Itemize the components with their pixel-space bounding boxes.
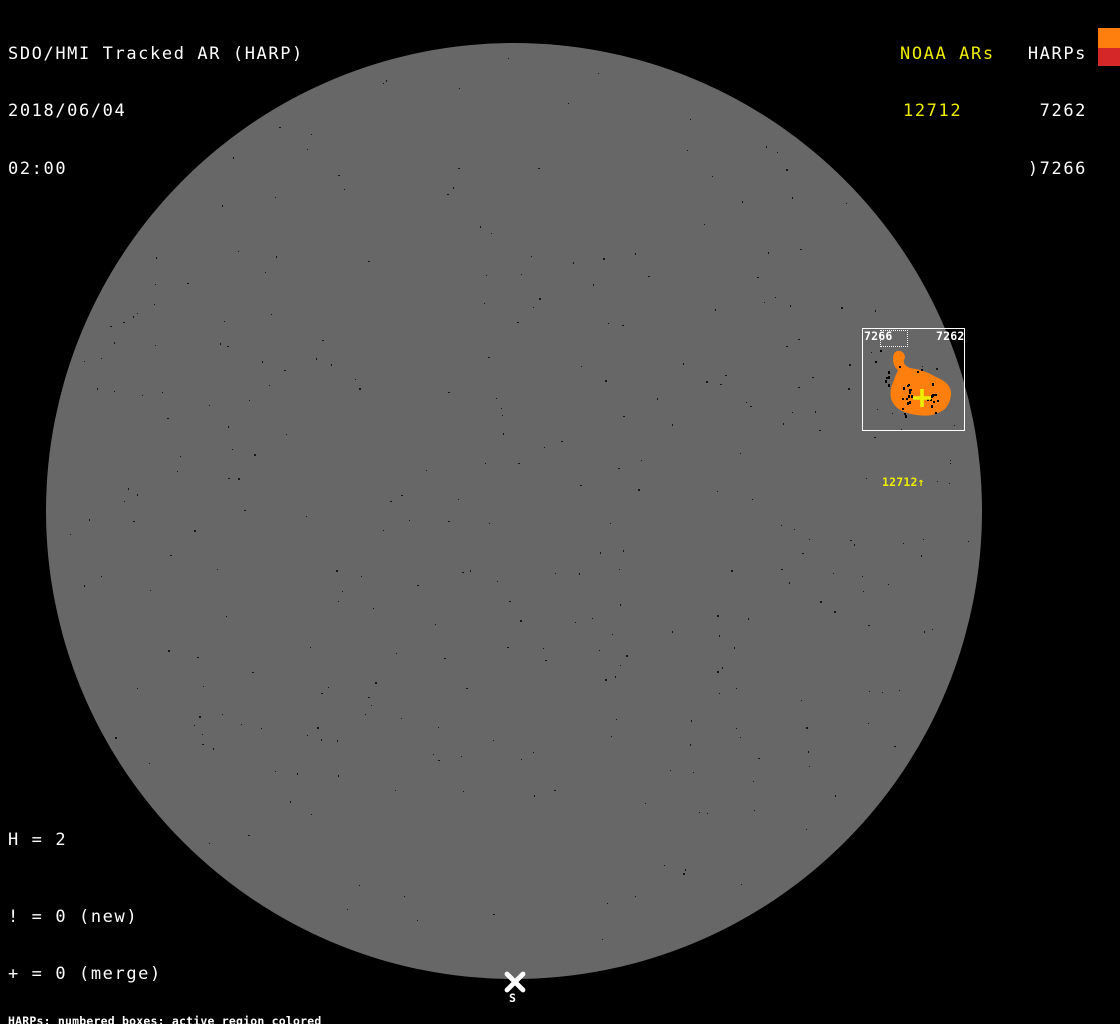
footnote-harps: HARPs: numbered boxes; active region col…	[8, 1015, 421, 1024]
harp-7262-bounding-box	[862, 328, 965, 431]
harp-count: H = 2	[8, 831, 67, 850]
harp-box-label-7266: 7266	[864, 330, 893, 342]
harp-box-label-7262: 7262	[936, 330, 965, 342]
flag-merge: + = 0 (merge)	[8, 965, 233, 984]
noaa-ar-12712-label: 12712↑	[882, 476, 925, 488]
footnotes: HARPs: numbered boxes; active region col…	[8, 991, 421, 1024]
magnetic-speckles	[70, 58, 969, 940]
south-pole-label: S	[509, 992, 516, 1004]
south-pole-x-marker	[507, 974, 523, 990]
flag-new: ! = 0 (new)	[8, 908, 233, 927]
harp-tracking-frame: SDO/HMI Tracked AR (HARP) 2018/06/04 02:…	[0, 0, 1120, 1024]
